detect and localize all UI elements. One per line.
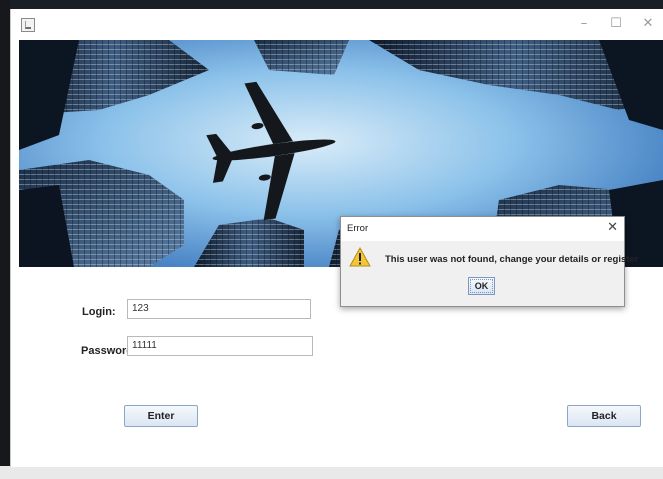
java-app-icon (21, 18, 35, 32)
back-button[interactable]: Back (567, 405, 641, 427)
login-label: Login: (82, 306, 116, 318)
dialog-close-button[interactable]: ✕ (607, 220, 618, 235)
enter-button[interactable]: Enter (124, 405, 198, 427)
error-dialog: Error ✕ This user was not found, change … (340, 216, 638, 307)
minimize-button[interactable]: – (573, 15, 595, 33)
login-input[interactable]: 123 (127, 299, 311, 319)
desktop-bottom-strip (0, 466, 663, 479)
close-button[interactable]: ✕ (637, 15, 659, 33)
warning-icon (349, 247, 371, 267)
desktop-top-strip (0, 0, 663, 9)
ok-button[interactable]: OK (468, 277, 495, 295)
dialog-title: Error (347, 223, 369, 234)
password-input[interactable]: 11111 (127, 336, 313, 356)
desktop-left-strip (0, 0, 10, 479)
dialog-title-bar[interactable]: Error ✕ (341, 217, 624, 241)
maximize-button[interactable]: ☐ (605, 15, 627, 33)
error-message: This user was not found, change your det… (385, 254, 639, 265)
title-bar[interactable]: – ☐ ✕ (11, 9, 663, 40)
